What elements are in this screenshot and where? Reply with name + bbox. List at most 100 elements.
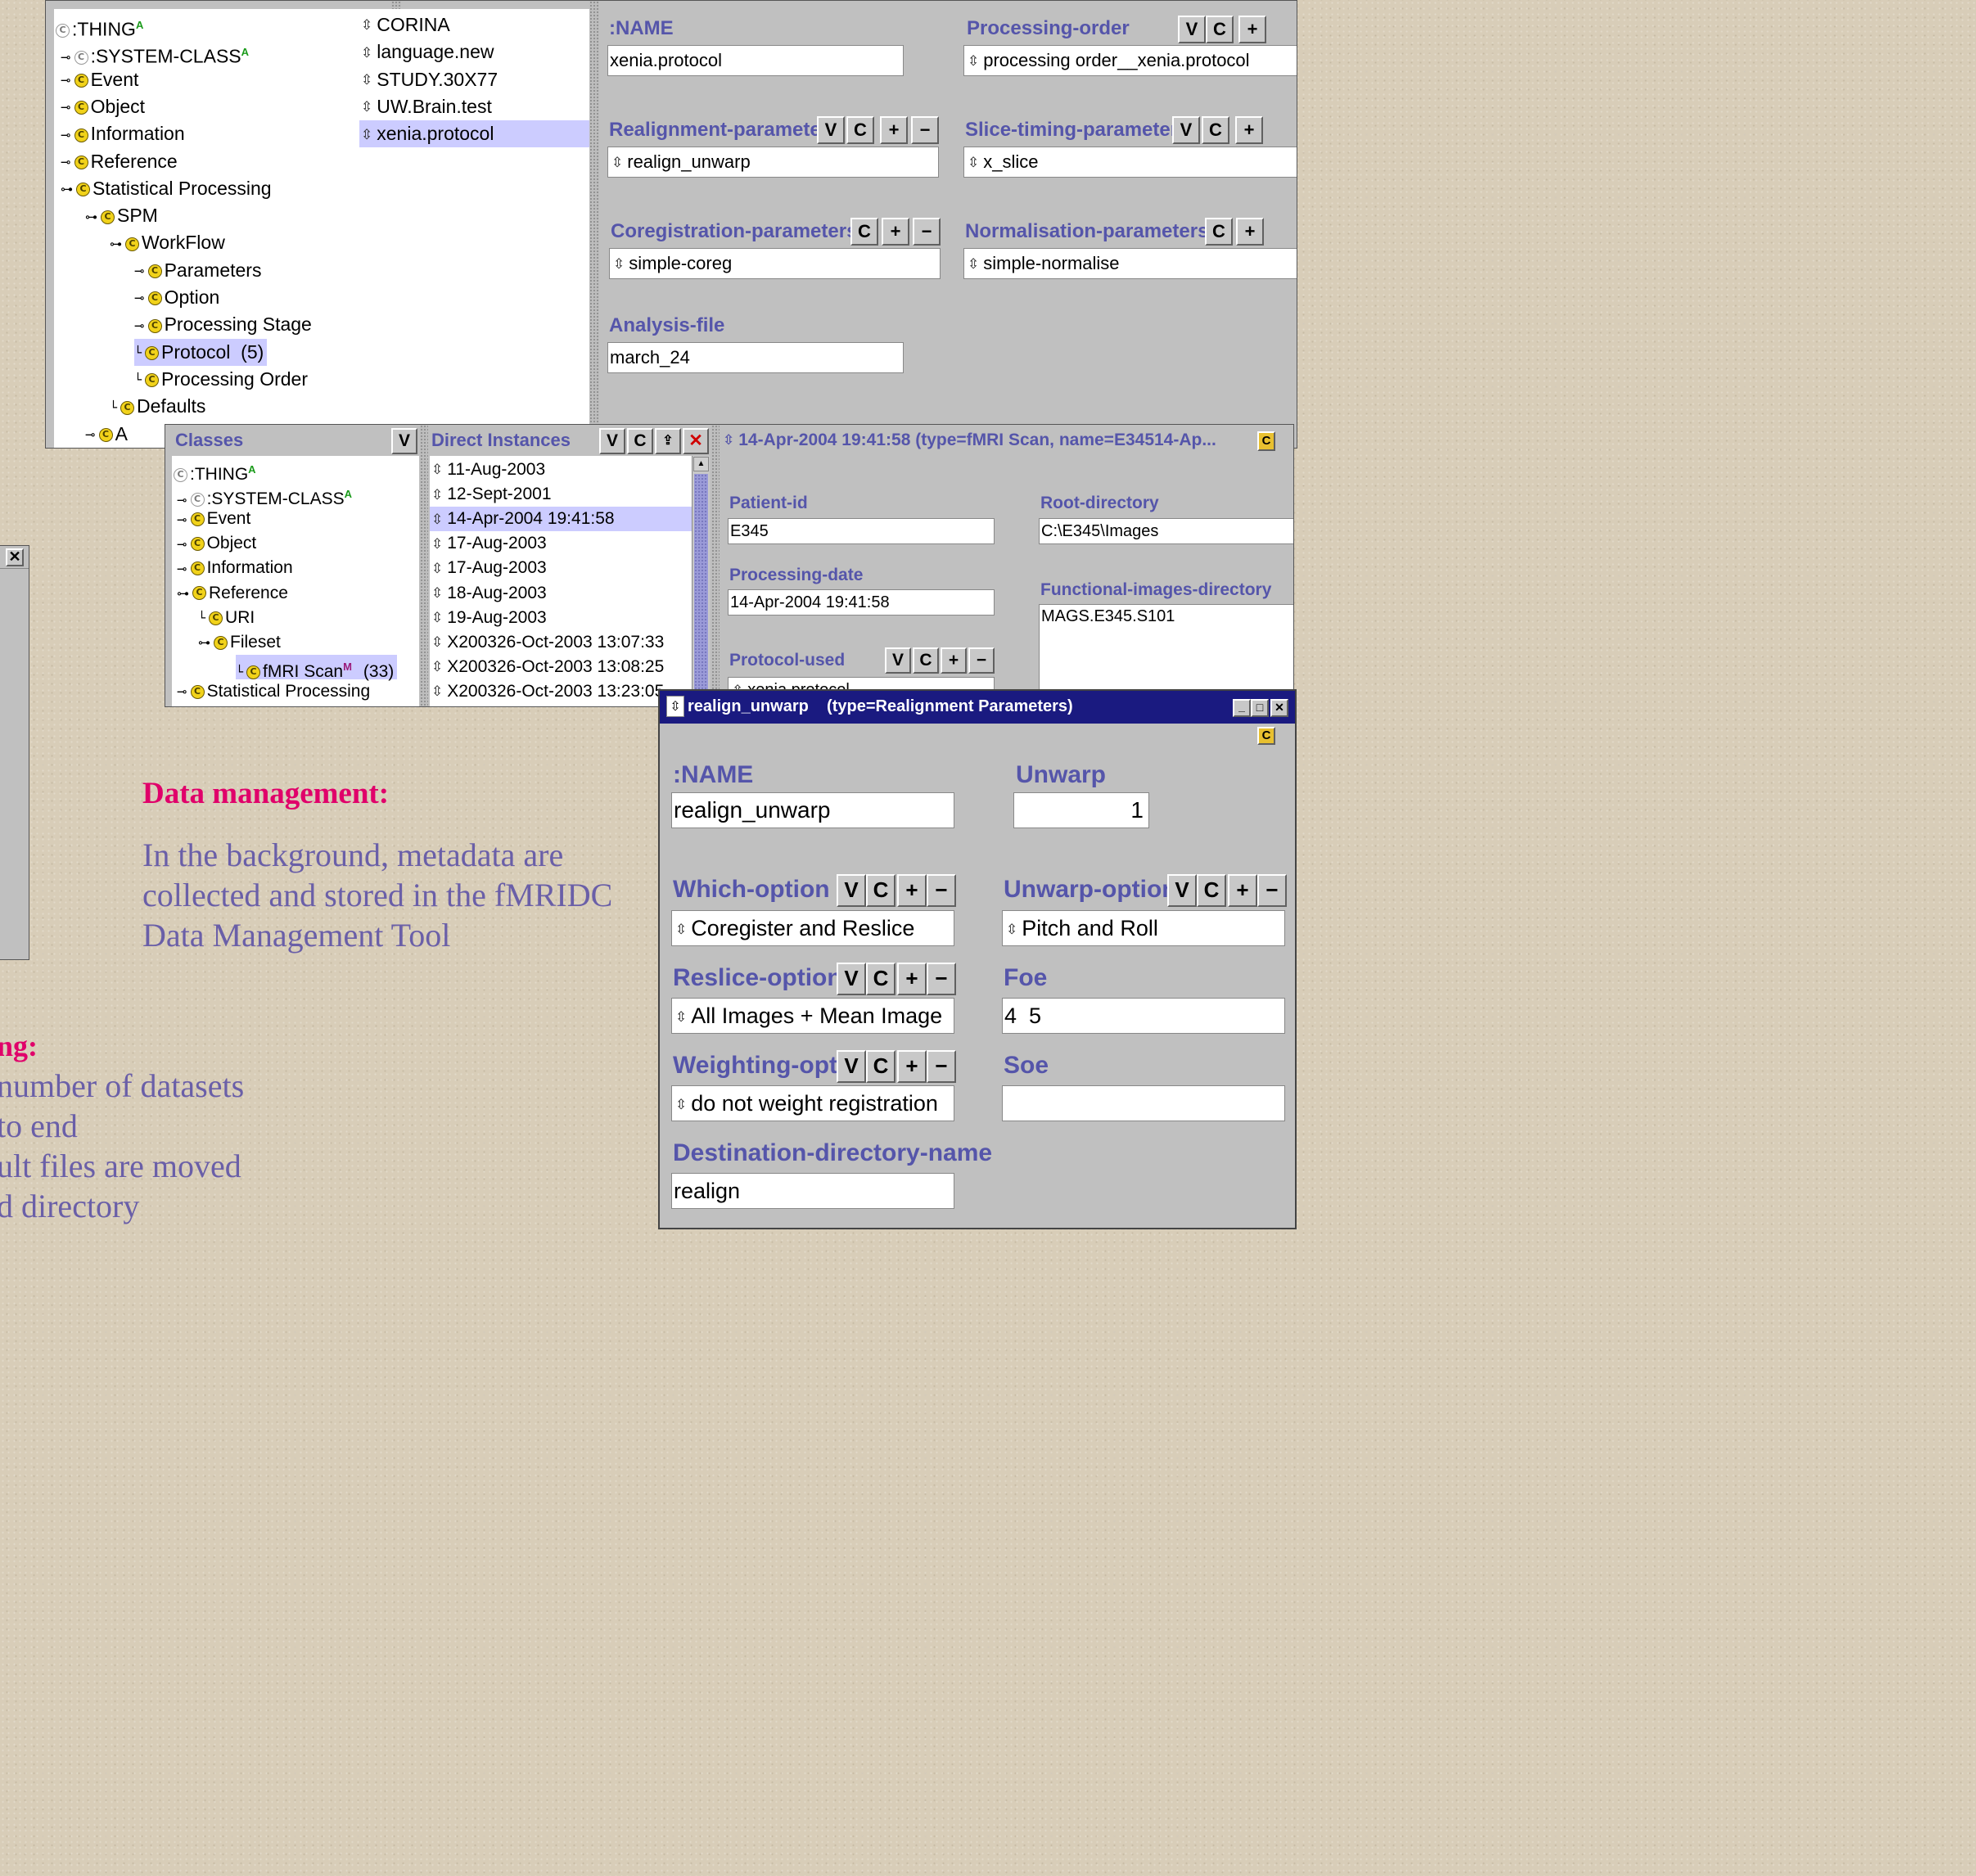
tree-node[interactable]: └ C Processing Order (134, 366, 308, 393)
instance-item[interactable]: ⇳ 17-Aug-2003 (430, 531, 693, 556)
unwarp-field[interactable]: 1 (1013, 792, 1149, 828)
processing-order-field[interactable]: ⇳ processing order__xenia.protocol (963, 45, 1297, 76)
protocol-remove-button[interactable]: − (968, 647, 995, 674)
unwarp-option-remove-button[interactable]: − (1257, 874, 1287, 907)
which-option-field[interactable]: ⇳ Coregister and Reslice (671, 910, 954, 946)
instance-item[interactable]: ⇳ 19-Aug-2003 (430, 606, 693, 630)
processing-order-v-button[interactable]: V (1178, 16, 1206, 43)
expand-handle-icon[interactable]: ⊸ (85, 422, 96, 448)
realignment-add-button[interactable]: + (880, 116, 908, 144)
tree-node[interactable]: C:THINGA (56, 11, 143, 40)
normalisation-c-button[interactable]: C (1205, 218, 1233, 246)
tree-node[interactable]: ⊸ C Event (61, 66, 138, 93)
weighting-option-field[interactable]: ⇳ do not weight registration (671, 1085, 954, 1121)
instance-item[interactable]: ⇳ xenia.protocol (359, 120, 590, 148)
soe-field[interactable] (1002, 1085, 1285, 1121)
realignment-field[interactable]: ⇳ realign_unwarp (607, 147, 939, 178)
scroll-up-icon[interactable]: ▲ (693, 457, 709, 471)
tree-node[interactable]: └ C URI (198, 606, 255, 630)
realign-c-button[interactable]: C (1257, 727, 1275, 745)
tree-node[interactable]: └ CfMRI ScanM (33) (236, 654, 398, 681)
tree-node[interactable]: ⊸ C Reference (61, 148, 178, 175)
slice-timing-v-button[interactable]: V (1172, 116, 1200, 144)
normalisation-add-button[interactable]: + (1236, 218, 1264, 246)
expand-handle-icon[interactable]: ⊸ (134, 258, 145, 285)
unwarp-option-c-button[interactable]: C (1197, 874, 1226, 907)
form-splitter[interactable] (711, 425, 720, 706)
expand-handle-icon[interactable]: ⊸ (61, 94, 71, 121)
slice-timing-c-button[interactable]: C (1202, 116, 1229, 144)
instance-item[interactable]: ⇳ STUDY.30X77 (359, 66, 590, 93)
tree-node[interactable]: ⊸ C:SYSTEM-CLASSA (177, 482, 352, 508)
tree-node[interactable]: ⊸ C Option (134, 284, 219, 311)
instance-item[interactable]: ⇳ X200326-Oct-2003 13:07:33 (430, 630, 693, 655)
tree-node[interactable]: ⊸ C Parameters (134, 257, 261, 284)
instance-item[interactable]: ⇳ 18-Aug-2003 (430, 581, 693, 606)
instance-item[interactable]: ⇳ language.new (359, 38, 590, 65)
realignment-remove-button[interactable]: − (911, 116, 939, 144)
which-option-v-button[interactable]: V (837, 874, 866, 907)
instances-scrollbar[interactable]: ▲ (692, 456, 710, 706)
which-option-remove-button[interactable]: − (927, 874, 956, 907)
tree-node[interactable]: ⊸ C Object (177, 531, 256, 556)
which-option-c-button[interactable]: C (866, 874, 896, 907)
protocol-v-button[interactable]: V (885, 647, 911, 674)
reslice-option-remove-button[interactable]: − (927, 963, 956, 995)
expand-handle-icon[interactable]: ⊶ (61, 176, 73, 203)
close-icon[interactable]: ✕ (1270, 699, 1288, 717)
instances-c-button[interactable]: C (627, 428, 653, 454)
realignment-c-button[interactable]: C (846, 116, 874, 144)
reslice-option-field[interactable]: ⇳ All Images + Mean Image (671, 998, 954, 1034)
instances-delete-button[interactable]: ✕ (683, 428, 709, 454)
which-option-add-button[interactable]: + (897, 874, 927, 907)
expand-handle-icon[interactable]: ⊸ (177, 679, 187, 704)
tree-node[interactable]: ⊶ C Reference (177, 581, 288, 606)
weighting-option-remove-button[interactable]: − (927, 1050, 956, 1083)
instance-item[interactable]: ⇳ CORINA (359, 11, 590, 38)
tree-node[interactable]: ⊸ C Information (177, 556, 293, 580)
coregistration-add-button[interactable]: + (882, 218, 909, 246)
maximize-button[interactable]: □ (1251, 699, 1269, 717)
instances-copy-button[interactable]: ⇪ (655, 428, 681, 454)
tree-node[interactable]: ⊶ C Fileset (198, 630, 281, 655)
tree-node[interactable]: └ C Protocol (5) (134, 338, 268, 366)
instance-item[interactable]: ⇳ 17-Aug-2003 (430, 556, 693, 580)
name-field[interactable]: xenia.protocol (607, 45, 904, 76)
instance-item[interactable]: ⇳ X200326-Oct-2003 13:08:25 (430, 655, 693, 679)
protocol-c-button[interactable]: C (913, 647, 939, 674)
patient-id-field[interactable]: E345 (728, 518, 995, 544)
instance-item[interactable]: ⇳ UW.Brain.test (359, 93, 590, 120)
unwarp-option-v-button[interactable]: V (1167, 874, 1197, 907)
root-directory-field[interactable]: C:\E345\Images (1039, 518, 1293, 544)
reslice-option-c-button[interactable]: C (866, 963, 896, 995)
instances-v-button[interactable]: V (599, 428, 625, 454)
scroll-thumb[interactable] (694, 474, 708, 703)
coregistration-field[interactable]: ⇳ simple-coreg (609, 248, 941, 279)
weighting-option-v-button[interactable]: V (837, 1050, 866, 1083)
tree-node[interactable]: ⊶ C Statistical Processing (61, 175, 272, 202)
foe-field[interactable]: 4 5 (1002, 998, 1285, 1034)
classes-v-button[interactable]: V (391, 428, 417, 454)
slice-timing-add-button[interactable]: + (1235, 116, 1263, 144)
weighting-option-add-button[interactable]: + (897, 1050, 927, 1083)
instance-item[interactable]: ⇳ 14-Apr-2004 19:41:58 (430, 507, 693, 532)
coregistration-remove-button[interactable]: − (913, 218, 941, 246)
expand-handle-icon[interactable]: ⊶ (177, 581, 189, 606)
instance-item[interactable]: ⇳ 11-Aug-2003 (430, 458, 693, 482)
classes-splitter[interactable] (420, 425, 428, 706)
analysis-file-field[interactable]: march_24 (607, 342, 904, 373)
normalisation-field[interactable]: ⇳ simple-normalise (963, 248, 1297, 279)
realign-name-field[interactable]: realign_unwarp (671, 792, 954, 828)
expand-handle-icon[interactable]: ⊶ (85, 204, 97, 231)
processing-order-c-button[interactable]: C (1206, 16, 1234, 43)
form-c-button[interactable]: C (1257, 431, 1275, 451)
expand-handle-icon[interactable]: ⊸ (177, 532, 187, 557)
expand-handle-icon[interactable]: ⊸ (61, 149, 71, 176)
tree-node[interactable]: ⊶ C WorkFlow (110, 229, 225, 256)
coregistration-c-button[interactable]: C (850, 218, 878, 246)
expand-handle-icon[interactable]: ⊸ (134, 285, 145, 312)
unwarp-option-add-button[interactable]: + (1228, 874, 1257, 907)
expand-handle-icon[interactable]: ⊸ (177, 557, 187, 581)
instance-item[interactable]: ⇳ X200326-Oct-2003 13:23:05 (430, 679, 693, 704)
expand-handle-icon[interactable]: ⊸ (61, 122, 71, 149)
